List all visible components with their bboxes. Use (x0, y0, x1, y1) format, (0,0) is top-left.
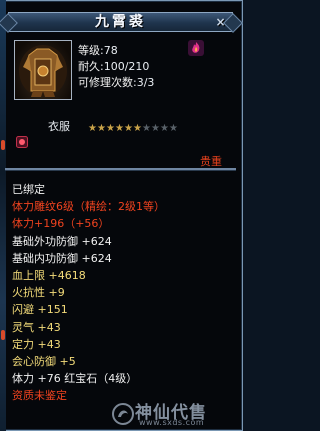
bound-icon (16, 136, 28, 148)
item-title: 九霄裘 (95, 14, 146, 30)
attribute-line: 定力 +43 (12, 337, 61, 351)
repair-value: :3/3 (133, 76, 155, 89)
attribute-line: 已绑定 (12, 183, 45, 196)
star-filled-icon: ★ (106, 123, 115, 134)
star-empty-icon: ★ (151, 123, 160, 134)
divider (5, 168, 236, 171)
game-background-strip (0, 0, 6, 431)
attribute-line: 体力 +76 红宝石（4级） (12, 372, 138, 386)
level-stat: 等级:78 (78, 42, 118, 58)
star-filled-icon: ★ (124, 123, 133, 134)
star-empty-icon: ★ (160, 123, 169, 134)
durability-value: :100/210 (100, 60, 150, 73)
flame-icon (188, 40, 204, 56)
attribute-line: 基础内功防御 +624 (12, 251, 112, 265)
item-title-bar: 九霄裘 × (8, 12, 233, 32)
background-marker (1, 140, 5, 150)
attribute-line: 会心防御 +5 (12, 354, 76, 368)
attribute-line: 体力+196（+56） (12, 217, 110, 231)
durability-stat: 耐久:100/210 (78, 58, 149, 74)
item-type-label: 衣服 (48, 120, 70, 133)
watermark-url: www.sxds.com (139, 418, 205, 427)
level-value: :78 (100, 44, 118, 57)
armor-icon (19, 45, 67, 97)
attribute-line: 血上限 +4618 (12, 268, 86, 282)
attribute-line: 闪避 +151 (12, 303, 68, 317)
star-empty-icon: ★ (169, 123, 178, 134)
attribute-line: 基础外功防御 +624 (12, 234, 112, 248)
level-label: 等级 (78, 44, 100, 57)
background-marker (1, 330, 5, 340)
watermark: 神仙代售 www.sxds.com (111, 402, 239, 428)
item-portrait (14, 40, 72, 100)
star-filled-icon: ★ (133, 123, 142, 134)
close-icon[interactable]: × (215, 15, 229, 29)
star-filled-icon: ★ (115, 123, 124, 134)
attribute-line: 灵气 +43 (12, 320, 61, 334)
watermark-logo-icon (112, 403, 134, 425)
star-empty-icon: ★ (142, 123, 151, 134)
star-filled-icon: ★ (88, 123, 97, 134)
star-filled-icon: ★ (97, 123, 106, 134)
repair-label: 可修理次数 (78, 76, 133, 89)
attribute-line: 火抗性 +9 (12, 286, 65, 300)
attribute-line: 体力雕纹6级（精绘：2级1等） (12, 200, 165, 214)
repair-count-stat: 可修理次数:3/3 (78, 74, 154, 90)
quality-label: 贵重 (200, 155, 222, 168)
durability-label: 耐久 (78, 60, 100, 73)
attribute-list: 已绑定体力雕纹6级（精绘：2级1等） 体力+196（+56） 基础外功防御 +624… (12, 181, 237, 404)
star-rating: ★★★★★★★★★★ (88, 116, 178, 135)
